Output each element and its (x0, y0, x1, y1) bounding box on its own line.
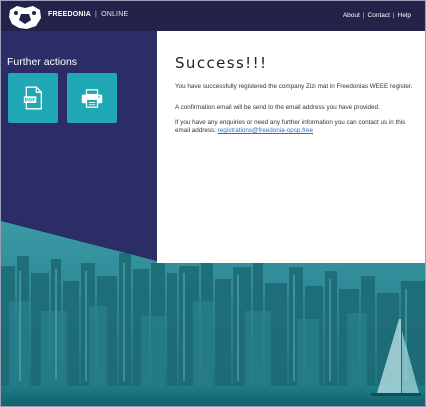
further-actions-title: Further actions (7, 56, 78, 68)
printer-icon (81, 88, 103, 108)
nav-about-link[interactable]: About (343, 12, 360, 19)
freedonia-logo[interactable] (7, 4, 43, 30)
contact-email-link[interactable]: registrations@freedonia-opsp.free (218, 127, 313, 134)
confirmation-message: A confirmation email will be send to the… (175, 104, 380, 111)
nav-contact-link[interactable]: Contact (368, 12, 390, 19)
nav-help-link[interactable]: Help (398, 12, 411, 19)
brand-name: FREEDONIA (48, 11, 92, 18)
pdf-icon: PDF (23, 86, 42, 110)
download-pdf-button[interactable]: PDF (8, 73, 58, 123)
page-frame: FREEDONIA | ONLINE About | Contact | Hel… (0, 0, 426, 407)
nav-separator: | (392, 12, 395, 19)
registration-message: You have successfully registered the com… (175, 83, 413, 90)
svg-text:PDF: PDF (25, 98, 35, 104)
main-content: Success!!! You have successfully registe… (157, 31, 425, 263)
brand-separator: | (95, 11, 98, 18)
top-header: FREEDONIA | ONLINE About | Contact | Hel… (1, 1, 425, 31)
top-nav: About | Contact | Help (343, 12, 411, 19)
nav-separator: | (362, 12, 365, 19)
print-button[interactable] (67, 73, 117, 123)
contact-message: If you have any enquiries or need any fu… (175, 119, 415, 135)
brand-title: FREEDONIA | ONLINE (48, 11, 128, 18)
success-heading: Success!!! (175, 54, 268, 72)
brand-suffix: ONLINE (101, 11, 129, 18)
